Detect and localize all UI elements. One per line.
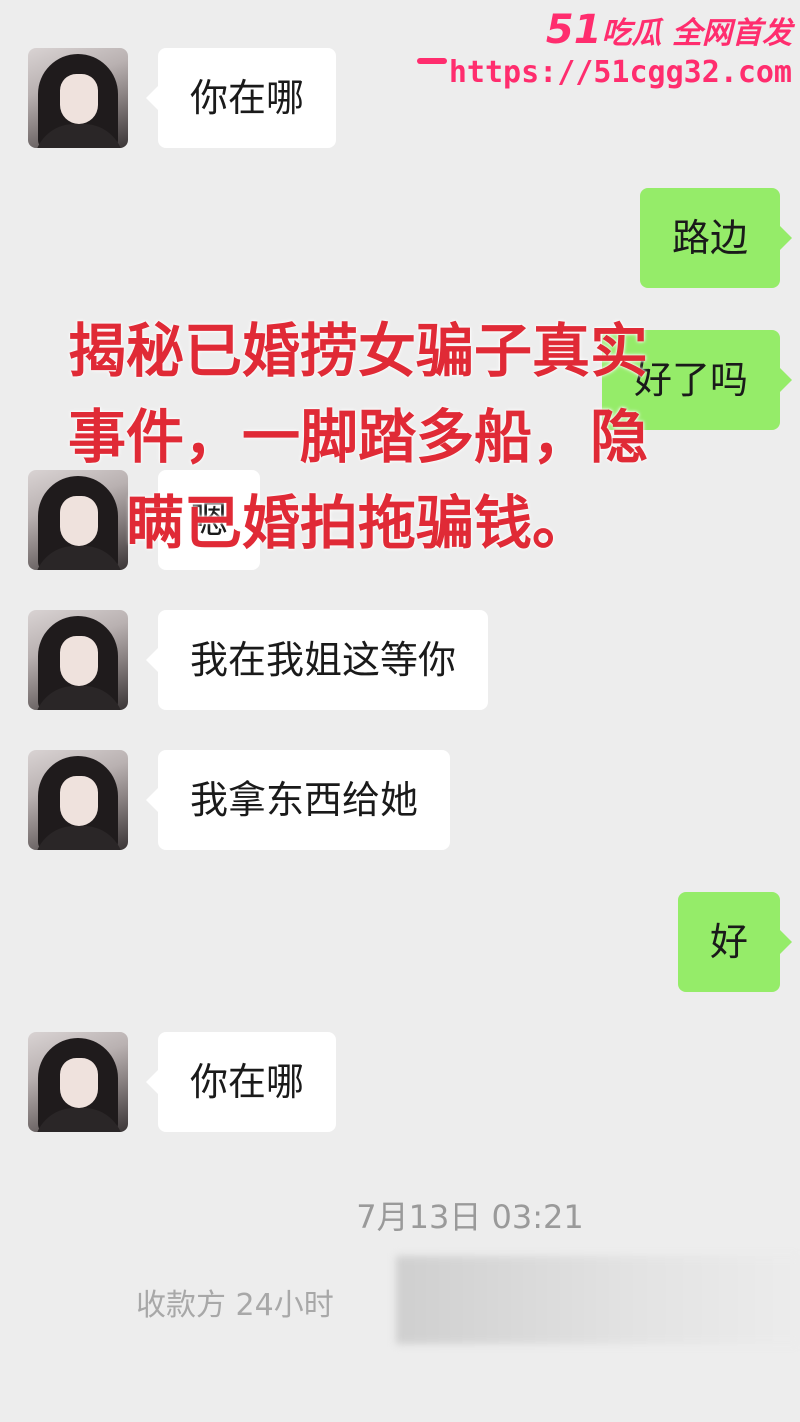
watermark-title: 51吃瓜 全网首发 (449, 10, 792, 54)
incoming-message-bubble[interactable]: 我拿东西给她 (145, 750, 451, 850)
watermark-site-name: 吃瓜 全网首发 (601, 16, 792, 51)
contact-avatar[interactable] (28, 750, 128, 850)
chat-screen: 你在哪 路边 好了吗 嗯 我在我姐这等你 我拿东西给她 好 你在哪 7月13日 … (0, 0, 800, 1422)
overlay-caption: 揭秘已婚捞女骗子真实事件，一脚踏多船，隐瞒已婚拍拖骗钱。 (68, 317, 649, 557)
incoming-message-bubble[interactable]: 你在哪 (145, 1032, 337, 1132)
watermark-decoration (416, 58, 447, 64)
incoming-message-bubble[interactable]: 你在哪 (145, 48, 337, 148)
watermark: 51吃瓜 全网首发 https://51cgg32.com (416, 10, 792, 92)
contact-avatar[interactable] (28, 48, 128, 148)
incoming-message-bubble[interactable]: 我在我姐这等你 (145, 610, 489, 710)
system-notice: 收款方 24小时 (136, 1288, 334, 1323)
outgoing-message-bubble[interactable]: 好 (677, 892, 793, 992)
blurred-region (396, 1256, 800, 1344)
contact-avatar[interactable] (28, 1032, 128, 1132)
contact-avatar[interactable] (28, 610, 128, 710)
watermark-number: 51 (545, 7, 602, 53)
message-timestamp: 7月13日 03:21 (356, 1198, 584, 1236)
outgoing-message-bubble[interactable]: 路边 (639, 188, 793, 288)
watermark-url: https://51cgg32.com (448, 55, 792, 90)
